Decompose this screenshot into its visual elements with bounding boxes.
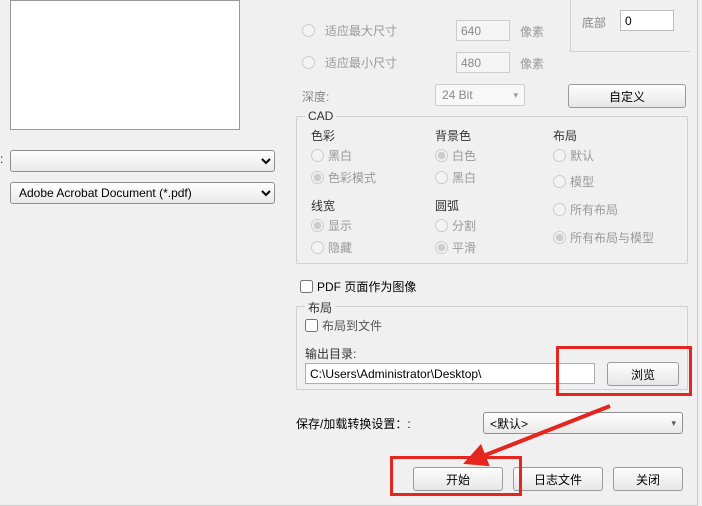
bottom-input[interactable] bbox=[620, 10, 674, 31]
arc-split-radio bbox=[435, 219, 448, 232]
browse-button[interactable]: 浏览 bbox=[607, 362, 679, 386]
preview-area bbox=[10, 0, 240, 130]
layout-model-radio bbox=[553, 175, 566, 188]
fit-max-label: 适应最大尺寸 bbox=[325, 22, 397, 39]
close-button[interactable]: 关闭 bbox=[613, 467, 683, 491]
width-input bbox=[456, 20, 510, 41]
pdf-page-as-image-check[interactable]: PDF 页面作为图像 bbox=[300, 278, 416, 295]
depth-dropdown: 24 Bit ▾ bbox=[435, 84, 525, 106]
layout-label: 布局 bbox=[553, 127, 577, 144]
height-input bbox=[456, 52, 510, 73]
layout-default-radio bbox=[553, 149, 566, 162]
chevron-down-icon: ▾ bbox=[513, 90, 518, 101]
output-dir-label: 输出目录: bbox=[305, 345, 356, 362]
file-type-dropdown[interactable]: Adobe Acrobat Document (*.pdf) bbox=[10, 182, 275, 204]
linew-hide-radio bbox=[311, 241, 324, 254]
color-label: 色彩 bbox=[311, 127, 335, 144]
left-dropdown-1[interactable] bbox=[10, 150, 275, 172]
customize-button[interactable]: 自定义 bbox=[568, 84, 686, 108]
depth-label: 深度: bbox=[302, 88, 329, 105]
bg-white-radio bbox=[435, 149, 448, 162]
cad-legend: CAD bbox=[305, 109, 336, 123]
fit-min-label: 适应最小尺寸 bbox=[325, 54, 397, 71]
fit-min-radio bbox=[302, 56, 315, 69]
chevron-down-icon: ▾ bbox=[671, 418, 676, 429]
arc-smooth-radio bbox=[435, 241, 448, 254]
settings-dropdown[interactable]: <默认> ▾ bbox=[483, 412, 683, 434]
linew-label: 线宽 bbox=[311, 197, 335, 214]
bg-label: 背景色 bbox=[435, 127, 471, 144]
depth-value: 24 Bit bbox=[442, 88, 473, 102]
bg-black-radio bbox=[435, 171, 448, 184]
layout-allmodel-radio bbox=[553, 231, 566, 244]
layout-all-radio bbox=[553, 203, 566, 216]
linew-show-radio bbox=[311, 219, 324, 232]
arc-label: 圆弧 bbox=[435, 197, 459, 214]
left-colon-label: : bbox=[0, 152, 3, 166]
layout-output-legend: 布局 bbox=[305, 299, 335, 316]
color-mode-radio bbox=[311, 171, 324, 184]
layout-output-group: 布局 布局到文件 输出目录: 浏览 bbox=[296, 306, 688, 390]
fit-max-radio bbox=[302, 24, 315, 37]
bottom-label: 底部 bbox=[582, 14, 606, 31]
logfile-button[interactable]: 日志文件 bbox=[513, 467, 603, 491]
annotation-arrow bbox=[460, 400, 620, 470]
height-unit: 像素 bbox=[520, 55, 544, 72]
layout-to-file-checkbox[interactable] bbox=[305, 319, 318, 332]
settings-label: 保存/加载转换设置：: bbox=[296, 415, 411, 432]
width-unit: 像素 bbox=[520, 23, 544, 40]
output-dir-input[interactable] bbox=[305, 363, 595, 384]
color-bw-radio bbox=[311, 149, 324, 162]
cad-group: CAD 色彩 黑白 色彩模式 背景色 白色 黑白 布局 默认 模型 所有布局 所… bbox=[296, 116, 688, 264]
start-button[interactable]: 开始 bbox=[413, 467, 503, 491]
settings-value: <默认> bbox=[490, 415, 528, 432]
pdf-page-as-image-checkbox[interactable] bbox=[300, 280, 313, 293]
